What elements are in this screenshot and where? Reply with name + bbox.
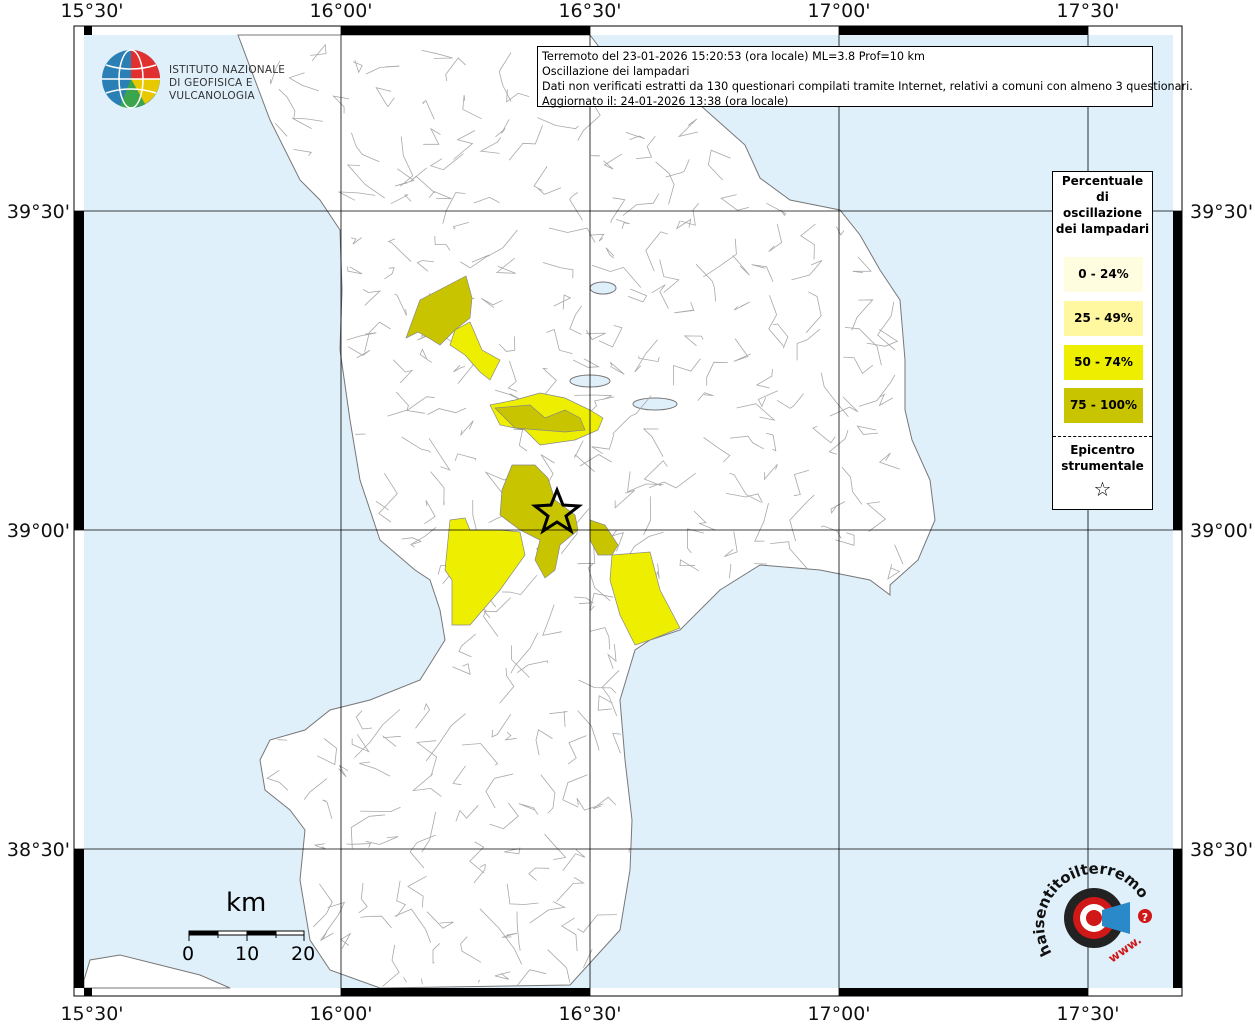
question-icon: ? [1142,911,1148,924]
lon-top-4: 17°00' [807,0,870,22]
lon-bottom-1: 15°30' [60,1003,123,1024]
legend-label-75-100: 75 - 100% [1069,398,1138,412]
legend: Percentuale di oscillazione dei lampadar… [1052,171,1153,510]
event-info-line2: Oscillazione dei lampadari [542,65,690,78]
ingv-logo: ISTITUTO NAZIONALE DI GEOFISICA E VULCAN… [100,48,330,110]
event-info-box: Terremoto del 23-01-2026 15:20:53 (ora l… [537,46,1193,108]
scale-label-20: 20 [291,943,316,965]
lat-right-3: 38°30' [1190,839,1253,861]
lat-left-2: 39°00' [7,520,70,542]
legend-label-0-24: 0 - 24% [1078,267,1129,281]
lon-top-2: 16°00' [309,0,372,22]
lat-left-3: 38°30' [7,839,70,861]
scale-label-10: 10 [235,943,260,965]
legend-item-75-100: 75 - 100% [1064,388,1143,423]
haisentito-logo: haisentitoilterremoto.it ? www. [1027,844,1162,978]
legend-item-50-74: 50 - 74% [1064,345,1143,380]
haisentito-logo-graphic: haisentitoilterremoto.it ? www. [1027,844,1152,965]
lake-cecita [589,281,617,295]
lon-bottom-5: 17°30' [1056,1003,1119,1024]
scale-label-0: 0 [182,943,195,965]
legend-label-25-49: 25 - 49% [1074,311,1133,325]
legend-item-25-49: 25 - 49% [1064,301,1143,336]
event-info-line4: Aggiornato il: 24-01-2026 13:38 (ora loc… [542,95,789,108]
legend-star-icon: ☆ [1093,477,1112,501]
lat-right-2: 39°00' [1190,520,1253,542]
globe-icon [102,49,160,109]
ingv-logo-line1: ISTITUTO NAZIONALE [169,64,286,76]
lon-top-5: 17°30' [1056,0,1119,22]
event-info-line1: Terremoto del 23-01-2026 15:20:53 (ora l… [542,50,925,63]
lat-left-1: 39°30' [7,201,70,223]
lon-top-3: 16°30' [558,0,621,22]
legend-label-50-74: 50 - 74% [1074,355,1133,369]
event-info-line3: Dati non verificati estratti da 130 ques… [542,80,1193,93]
scale-unit: km [226,888,267,918]
lon-bottom-3: 16°30' [558,1003,621,1024]
legend-separator [1053,436,1152,437]
legend-item-0-24: 0 - 24% [1064,257,1143,292]
lon-bottom-4: 17°00' [807,1003,870,1024]
ingv-logo-text: ISTITUTO NAZIONALE DI GEOFISICA E VULCAN… [169,64,330,103]
lake-ampollino [632,397,678,411]
legend-epicenter-label: Epicentro strumentale [1061,443,1144,473]
lat-right-1: 39°30' [1190,201,1253,223]
lon-top-1: 15°30' [60,0,123,22]
ingv-logo-line2: DI GEOFISICA E VULCANOLOGIA [169,77,255,102]
lon-bottom-2: 16°00' [309,1003,372,1024]
legend-title: Percentuale di oscillazione dei lampadar… [1055,174,1150,236]
